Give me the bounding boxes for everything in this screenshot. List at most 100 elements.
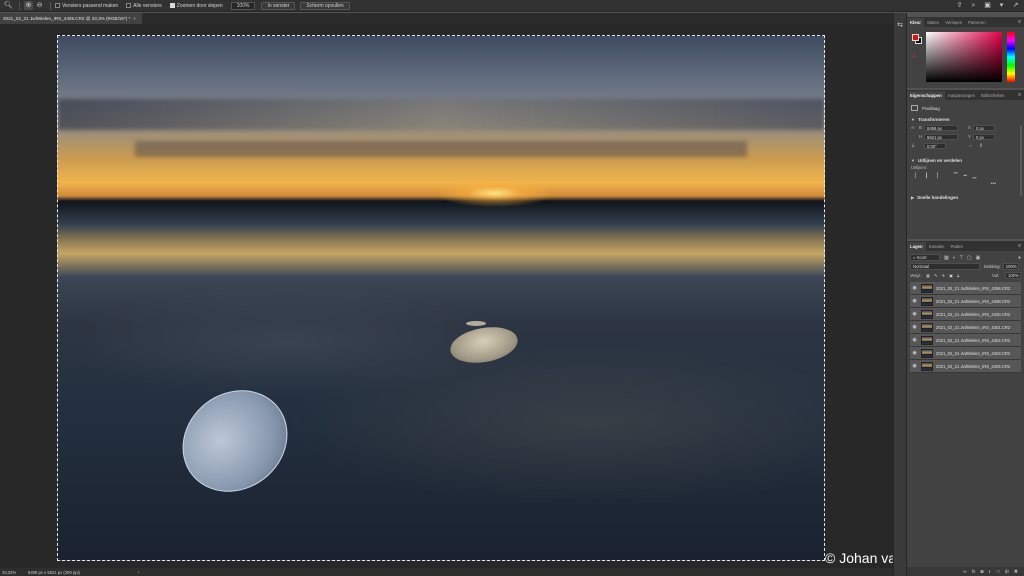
blend-mode-select[interactable]: Normaal	[910, 263, 980, 270]
color-picker-field[interactable]	[926, 32, 1002, 82]
checkbox-box[interactable]	[126, 3, 132, 8]
lock-artboard-icon[interactable]: ▣	[949, 273, 953, 278]
fit-screen-button[interactable]: In venster	[261, 1, 296, 10]
align-bottom-icon[interactable]: ▁	[973, 173, 977, 179]
filter-label: Soort	[916, 255, 927, 260]
lock-all-icon[interactable]: 🔒︎	[957, 273, 959, 278]
panel-menu-icon[interactable]: ≡	[1018, 91, 1021, 100]
zoom-in-icon[interactable]: ⊕	[24, 1, 33, 10]
filter-shape-icon[interactable]: ▢	[967, 255, 972, 261]
layer-row[interactable]: ◉ 2021_02_21 JvdWielen_IRS_4398.CR2	[910, 295, 1021, 308]
layer-row[interactable]: ◉ 2021_02_21 JvdWielen_IRS_4401.CR2	[910, 321, 1021, 334]
opacity-field[interactable]: 100%	[1002, 263, 1019, 270]
checkbox-box[interactable]	[169, 3, 175, 8]
width-field[interactable]: 8499 px	[924, 124, 958, 131]
align-center-h-icon[interactable]: ┃	[925, 173, 928, 179]
layer-row[interactable]: ◉ 2021_02_21 JvdWielen_IRS_4405.CR2	[910, 360, 1021, 373]
share-arrow-icon[interactable]: ↗	[1011, 1, 1020, 10]
add-mask-icon[interactable]: ◙	[981, 569, 984, 575]
properties-scrollbar[interactable]	[1020, 126, 1022, 196]
document-tab[interactable]: 2021_02_21 JvdWielen_IRS_4405.CR2 @ 33,3…	[0, 13, 142, 24]
x-field[interactable]: 0 px	[973, 124, 995, 131]
zoom-percentage-field[interactable]: 100%	[230, 1, 256, 10]
workspace-icon[interactable]: ▣	[983, 1, 992, 10]
tab-aanpassingen[interactable]: Aanpassingen	[945, 91, 978, 100]
align-middle-v-icon[interactable]: ━	[964, 173, 967, 179]
height-field[interactable]: 5621 px	[924, 133, 958, 140]
eye-icon[interactable]: ◉	[910, 298, 919, 304]
tab-kleur[interactable]: Kleur	[907, 18, 924, 27]
transform-row-2: H 5621 px Y 0 px	[911, 132, 1020, 141]
filter-smartobject-icon[interactable]: ▣	[976, 255, 981, 261]
angle-field[interactable]: 0,00°	[924, 142, 946, 149]
filter-type-icon[interactable]: T	[960, 255, 963, 261]
layer-filter-select[interactable]: ⌕ Soort	[910, 254, 940, 261]
panel-menu-icon[interactable]: ≡	[1018, 242, 1021, 251]
status-zoom[interactable]: 33,33%	[2, 570, 24, 575]
new-group-icon[interactable]: □	[997, 569, 1000, 575]
align-right-icon[interactable]: ▕	[934, 173, 938, 179]
filter-pixel-icon[interactable]: ▩	[944, 255, 949, 261]
align-section-header[interactable]: ▼ Uitlijnen en verdelen	[911, 156, 1020, 164]
tab-verlopen[interactable]: Verlopen	[942, 18, 965, 27]
more-options-icon[interactable]: •••	[911, 181, 1020, 189]
layer-row[interactable]: ◉ 2021_02_21 JvdWielen_IRS_4396.CR2	[910, 282, 1021, 295]
pixel-layer-icon	[911, 105, 918, 111]
link-icon[interactable]: ∞	[911, 125, 917, 131]
transform-section-header[interactable]: ▼ Transformeren	[911, 115, 1020, 123]
panel-menu-icon[interactable]: ≡	[1018, 18, 1021, 27]
layer-thumbnail	[921, 296, 933, 306]
layer-row[interactable]: ◉ 2021_02_21 JvdWielen_IRS_4403.CR2	[910, 347, 1021, 360]
link-layers-icon[interactable]: ∞	[963, 569, 967, 575]
chevron-down-icon[interactable]: ▾	[997, 1, 1006, 10]
canvas-area[interactable]	[0, 24, 893, 568]
eye-icon[interactable]: ◉	[910, 363, 919, 369]
zoom-out-icon[interactable]: ⊖	[35, 1, 44, 10]
fx-icon[interactable]: fx	[972, 569, 976, 575]
layer-row[interactable]: ◉ 2021_02_21 JvdWielen_IRS_4400.CR2	[910, 308, 1021, 321]
fill-screen-button[interactable]: Scherm opvullen	[300, 1, 350, 10]
status-arrow-icon[interactable]: ›	[138, 570, 139, 575]
close-tab-icon[interactable]: ×	[133, 16, 136, 21]
tab-patronen[interactable]: Patronen	[965, 18, 988, 27]
tab-eigenschappen[interactable]: Eigenschappen	[907, 91, 945, 100]
foreground-color-swatch[interactable]	[912, 34, 919, 41]
tab-bibliotheken[interactable]: Bibliotheken	[978, 91, 1007, 100]
eye-icon[interactable]: ◉	[910, 285, 919, 291]
checkbox-box[interactable]	[55, 3, 60, 8]
zoom-tool-icon[interactable]: 🔍︎	[4, 1, 13, 10]
layer-row[interactable]: ◉ 2021_02_21 JvdWielen_IRS_4402.CR2	[910, 334, 1021, 347]
new-layer-icon[interactable]: ⊞	[1005, 569, 1009, 575]
hue-slider[interactable]	[1007, 32, 1015, 82]
eye-icon[interactable]: ◉	[910, 324, 919, 330]
fit-windows-checkbox[interactable]: Vensters passend maken	[55, 3, 118, 9]
filter-toggle-icon[interactable]: ●	[1018, 255, 1021, 261]
align-top-icon[interactable]: ▔	[954, 173, 958, 179]
history-icon[interactable]: ⇆	[894, 21, 906, 31]
trash-icon[interactable]: ✖	[1014, 569, 1018, 575]
lock-transparency-icon[interactable]: ▦	[926, 273, 930, 278]
tab-paden[interactable]: Paden	[947, 242, 965, 251]
adjustment-layer-icon[interactable]: ◐	[989, 569, 992, 575]
search-icon[interactable]: ⌕	[969, 1, 978, 10]
y-field[interactable]: 0 px	[973, 133, 995, 140]
tab-stalen[interactable]: Stalen	[924, 18, 942, 27]
lock-pixels-icon[interactable]: ✎	[934, 273, 938, 278]
scrubby-zoom-checkbox[interactable]: Zoomen door slepen	[169, 3, 223, 9]
tab-kanalen[interactable]: Kanalen	[926, 242, 948, 251]
quick-actions-section-header[interactable]: ▶ Snelle handelingen	[911, 193, 1020, 201]
eye-icon[interactable]: ◉	[910, 311, 919, 317]
eye-icon[interactable]: ◉	[910, 337, 919, 343]
align-left-icon[interactable]: ▏	[915, 173, 919, 179]
document-image[interactable]	[57, 35, 825, 561]
flip-horizontal-icon[interactable]: ⇔	[968, 143, 973, 149]
eye-icon[interactable]: ◉	[910, 350, 919, 356]
gamut-warning-icon[interactable]: ⚠︎	[912, 53, 916, 59]
filter-adjustment-icon[interactable]: ◐	[953, 255, 956, 261]
flip-vertical-icon[interactable]: ⇕	[979, 143, 983, 149]
all-windows-checkbox[interactable]: Alle vensters	[126, 3, 162, 9]
lock-position-icon[interactable]: ✛	[942, 273, 946, 278]
fill-field[interactable]: 100%	[1005, 272, 1021, 279]
tab-lagen[interactable]: Lagen	[907, 242, 926, 251]
share-icon[interactable]: ⇪	[955, 1, 964, 10]
